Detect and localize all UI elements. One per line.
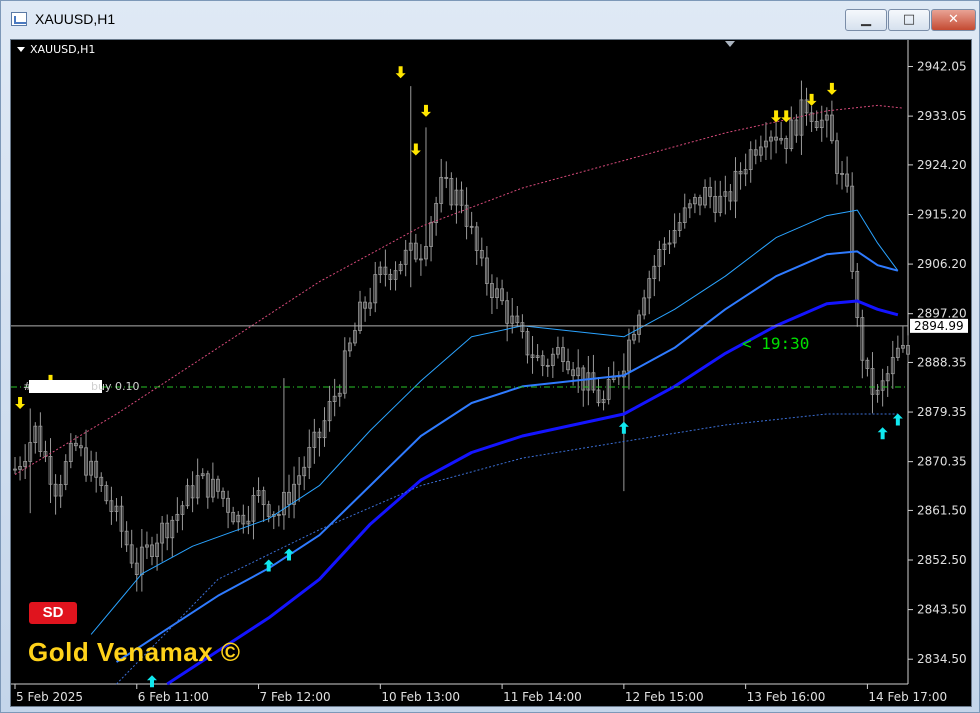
x-tick-label: 6 Feb 11:00 [138,690,209,704]
y-tick-label: 2942.05 [917,60,967,74]
x-tick-label: 10 Feb 13:00 [381,690,460,704]
minimize-button[interactable]: ▁ [845,9,887,31]
maximize-button[interactable]: □ [888,9,930,31]
current-price-label: 2894.99 [914,319,964,333]
window-title: XAUUSD,H1 [35,11,116,27]
x-tick-label: 14 Feb 17:00 [868,690,947,704]
title-bar[interactable]: XAUUSD,H1 ▁ □ ✕ [1,1,979,37]
y-tick-label: 2852.50 [917,553,967,567]
close-button[interactable]: ✕ [931,9,976,31]
candle-timer: < 19:30 [742,334,810,353]
price-chart[interactable]: 2894.99 2942.05 2933.05 2924.20 2915.20 2906.… [10,39,972,707]
y-tick-label: 2843.50 [917,603,967,617]
order-label[interactable]: buy 0.10 [91,380,139,393]
chart-window-icon [11,12,27,26]
y-tick-label: 2879.35 [917,405,967,419]
sd-badge: SD [29,602,77,624]
y-tick-label: 2915.20 [917,207,967,221]
y-tick-label: 2861.50 [917,503,967,517]
y-tick-label: 2888.35 [917,355,967,369]
y-tick-label: 2933.05 [917,109,967,123]
dropdown-triangle-icon [17,47,25,52]
terminal-window: XAUUSD,H1 ▁ □ ✕ 2894.99 2942.05 2933.05 292… [0,0,980,713]
y-tick-label: 2897.20 [917,307,967,321]
x-tick-label: 7 Feb 12:00 [260,690,331,704]
x-tick-label: 13 Feb 16:00 [747,690,826,704]
chart-background [11,40,971,706]
x-tick-label: 5 Feb 2025 [16,690,83,704]
y-tick-label: 2834.50 [917,652,967,666]
chart-shift-marker-icon[interactable] [725,41,735,47]
y-tick-label: 2906.20 [917,257,967,271]
chart-symbol-text: XAUUSD,H1 [30,43,96,56]
brand-watermark: Gold Venamax © [28,637,241,667]
chart-canvas[interactable]: 2894.99 2942.05 2933.05 2924.20 2915.20 2906.… [11,40,971,706]
y-tick-label: 2870.35 [917,455,967,469]
chart-symbol-label[interactable]: XAUUSD,H1 [17,43,95,56]
x-tick-label: 11 Feb 14:00 [503,690,582,704]
y-tick-label: 2924.20 [917,158,967,172]
x-tick-label: 12 Feb 15:00 [625,690,704,704]
